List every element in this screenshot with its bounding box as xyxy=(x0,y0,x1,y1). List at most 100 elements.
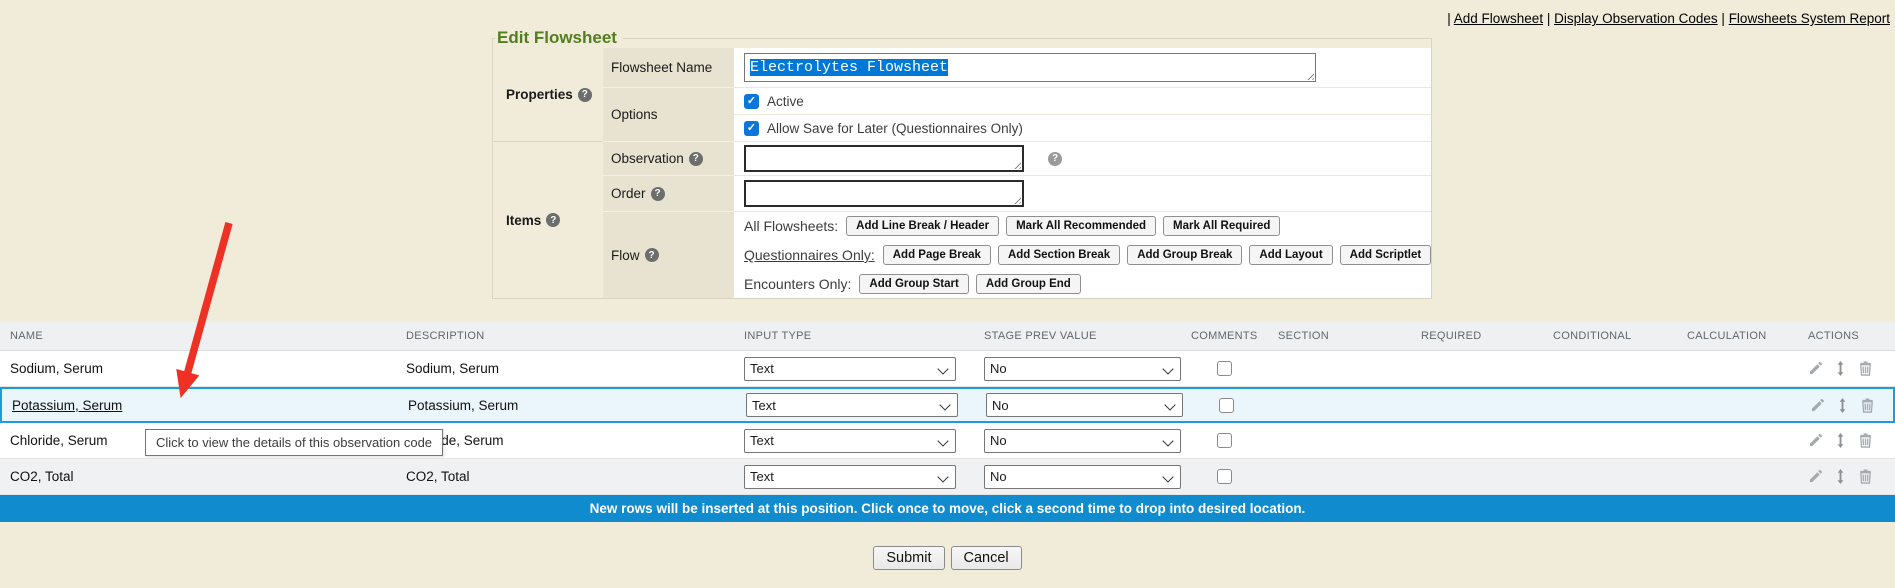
row-description: Sodium, Serum xyxy=(406,361,499,376)
add-section-break-button[interactable]: Add Section Break xyxy=(998,245,1120,265)
edit-pencil-icon[interactable] xyxy=(1808,469,1823,484)
move-row-icon[interactable] xyxy=(1833,361,1848,376)
observation-input[interactable] xyxy=(744,145,1024,172)
table-row: Potassium, Serum Potassium, Serum Text N… xyxy=(0,387,1895,423)
chevron-down-icon xyxy=(1162,471,1173,482)
chevron-down-icon xyxy=(937,363,948,374)
chevron-down-icon xyxy=(1162,363,1173,374)
flowsheet-name-value: Electrolytes Flowsheet xyxy=(750,59,948,76)
input-type-select[interactable]: Text xyxy=(744,429,956,453)
stage-prev-value-select[interactable]: No xyxy=(984,357,1181,381)
order-input[interactable] xyxy=(744,180,1024,207)
footer-controls: Submit Cancel xyxy=(0,546,1895,570)
add-scriptlet-button[interactable]: Add Scriptlet xyxy=(1340,245,1432,265)
stage-prev-value-select[interactable]: No xyxy=(986,393,1183,417)
row-name-link[interactable]: CO2, Total xyxy=(10,469,74,484)
table-row: CO2, Total CO2, Total Text No xyxy=(0,459,1895,495)
flow-group-label: Encounters Only: xyxy=(744,276,851,292)
help-icon[interactable]: ? xyxy=(546,213,560,227)
row-name-link[interactable]: Sodium, Serum xyxy=(10,361,103,376)
row-description: Potassium, Serum xyxy=(408,398,518,413)
top-nav-links: | Add Flowsheet | Display Observation Co… xyxy=(1447,11,1890,26)
delete-trash-icon[interactable] xyxy=(1858,433,1873,448)
add-group-start-button[interactable]: Add Group Start xyxy=(859,274,968,294)
panel-title: Edit Flowsheet xyxy=(495,28,623,48)
link-add-flowsheet[interactable]: Add Flowsheet xyxy=(1454,11,1543,26)
column-header-name: NAME xyxy=(0,330,396,342)
group-items: Items ? xyxy=(493,142,603,298)
stage-prev-value-select[interactable]: No xyxy=(984,465,1181,489)
add-layout-button[interactable]: Add Layout xyxy=(1249,245,1332,265)
group-properties: Properties ? xyxy=(493,48,603,142)
add-line-break-header-button[interactable]: Add Line Break / Header xyxy=(846,216,999,236)
edit-pencil-icon[interactable] xyxy=(1808,433,1823,448)
active-checkbox[interactable] xyxy=(744,94,759,109)
comments-checkbox[interactable] xyxy=(1217,433,1232,448)
row-name-link[interactable]: Chloride, Serum xyxy=(10,433,108,448)
chevron-down-icon xyxy=(937,471,948,482)
chevron-down-icon xyxy=(939,399,950,410)
help-icon[interactable]: ? xyxy=(578,88,592,102)
help-icon[interactable]: ? xyxy=(689,152,703,166)
column-header-calculation: CALCULATION xyxy=(1677,330,1805,342)
group-items-label: Items xyxy=(506,213,541,228)
flowsheet-items-table: NAMEDESCRIPTIONINPUT TYPESTAGE PREV VALU… xyxy=(0,322,1895,522)
link-display-observation-codes[interactable]: Display Observation Codes xyxy=(1554,11,1718,26)
flowsheet-name-input[interactable]: Electrolytes Flowsheet xyxy=(744,53,1316,82)
input-type-select[interactable]: Text xyxy=(744,465,956,489)
flow-label: Flow ? xyxy=(603,212,734,298)
comments-checkbox[interactable] xyxy=(1217,469,1232,484)
add-page-break-button[interactable]: Add Page Break xyxy=(883,245,991,265)
row-name-link[interactable]: Potassium, Serum xyxy=(12,398,122,413)
input-type-select[interactable]: Text xyxy=(746,393,958,417)
help-icon[interactable]: ? xyxy=(1048,152,1062,166)
group-properties-label: Properties xyxy=(506,87,573,102)
help-icon[interactable]: ? xyxy=(651,187,665,201)
edit-flowsheet-page: | Add Flowsheet | Display Observation Co… xyxy=(0,0,1895,588)
chevron-down-icon xyxy=(1162,435,1173,446)
help-icon[interactable]: ? xyxy=(645,248,659,262)
add-group-end-button[interactable]: Add Group End xyxy=(976,274,1081,294)
flow-group-label: All Flowsheets: xyxy=(744,218,838,234)
flow-buttons-cell: All Flowsheets: Add Line Break / Header M… xyxy=(734,212,1431,298)
cancel-button[interactable]: Cancel xyxy=(951,546,1022,570)
move-row-icon[interactable] xyxy=(1833,433,1848,448)
submit-button[interactable]: Submit xyxy=(873,546,944,570)
move-row-icon[interactable] xyxy=(1835,398,1850,413)
flow-group-label: Questionnaires Only: xyxy=(744,247,875,263)
edit-pencil-icon[interactable] xyxy=(1808,361,1823,376)
column-header-stage-prev-value: STAGE PREV VALUE xyxy=(974,330,1181,342)
comments-checkbox[interactable] xyxy=(1219,398,1234,413)
column-header-section: SECTION xyxy=(1268,330,1411,342)
column-header-description: DESCRIPTION xyxy=(396,330,734,342)
edit-flowsheet-panel: Edit Flowsheet Properties ? Items ? Flow… xyxy=(492,28,1432,299)
add-group-break-button[interactable]: Add Group Break xyxy=(1127,245,1242,265)
options-cell: ActiveAllow Save for Later (Questionnair… xyxy=(734,88,1431,142)
chevron-down-icon xyxy=(937,435,948,446)
allow-save-for-later-questionnaires-only-checkbox[interactable] xyxy=(744,121,759,136)
insert-position-bar[interactable]: New rows will be inserted at this positi… xyxy=(0,495,1895,522)
column-header-actions: ACTIONS xyxy=(1805,330,1895,342)
stage-prev-value-select[interactable]: No xyxy=(984,429,1181,453)
delete-trash-icon[interactable] xyxy=(1860,398,1875,413)
column-header-conditional: CONDITIONAL xyxy=(1543,330,1677,342)
row-description: CO2, Total xyxy=(406,469,470,484)
delete-trash-icon[interactable] xyxy=(1858,361,1873,376)
comments-checkbox[interactable] xyxy=(1217,361,1232,376)
observation-label: Observation ? xyxy=(603,142,734,176)
input-type-select[interactable]: Text xyxy=(744,357,956,381)
delete-trash-icon[interactable] xyxy=(1858,469,1873,484)
move-row-icon[interactable] xyxy=(1833,469,1848,484)
table-row: Sodium, Serum Sodium, Serum Text No xyxy=(0,351,1895,387)
mark-all-recommended-button[interactable]: Mark All Recommended xyxy=(1006,216,1156,236)
checkbox-label: Allow Save for Later (Questionnaires Onl… xyxy=(767,121,1023,136)
column-header-required: REQUIRED xyxy=(1411,330,1543,342)
edit-pencil-icon[interactable] xyxy=(1810,398,1825,413)
link-flowsheets-system-report[interactable]: Flowsheets System Report xyxy=(1729,11,1890,26)
option-row: Allow Save for Later (Questionnaires Onl… xyxy=(734,115,1431,141)
order-label: Order ? xyxy=(603,176,734,212)
chevron-down-icon xyxy=(1164,399,1175,410)
column-header-comments: COMMENTS xyxy=(1181,330,1268,342)
observation-tooltip: Click to view the details of this observ… xyxy=(145,429,443,456)
mark-all-required-button[interactable]: Mark All Required xyxy=(1163,216,1280,236)
